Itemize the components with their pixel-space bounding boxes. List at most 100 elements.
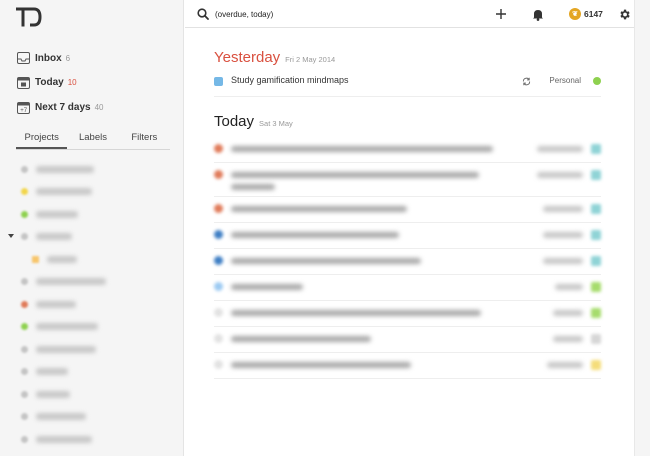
task-item[interactable] — [214, 275, 601, 301]
project-item[interactable] — [0, 338, 184, 361]
nav-today-count: 10 — [67, 77, 77, 87]
today-icon — [16, 75, 30, 89]
project-item[interactable] — [0, 361, 184, 384]
karma-value: 6147 — [584, 9, 603, 19]
task-project-dot — [591, 308, 601, 318]
task-content-blurred[interactable] — [231, 146, 493, 152]
task-checkbox[interactable] — [214, 334, 223, 343]
task-checkbox[interactable] — [214, 308, 223, 317]
project-color-dot — [21, 345, 28, 353]
section-overdue-date: Fri 2 May 2014 — [285, 55, 336, 64]
task-item[interactable] — [214, 223, 601, 249]
todoist-logo-icon[interactable] — [16, 7, 42, 27]
scrollbar-track[interactable] — [634, 0, 650, 456]
search-icon[interactable] — [197, 8, 209, 20]
project-name-blurred — [36, 165, 94, 173]
task-content-blurred[interactable] — [231, 172, 479, 178]
project-name-blurred — [36, 188, 92, 196]
task-project-label-blurred[interactable] — [543, 206, 583, 212]
project-list — [0, 158, 184, 451]
task-item[interactable] — [214, 353, 601, 379]
task-project-label-blurred[interactable] — [543, 232, 583, 238]
project-item[interactable] — [0, 428, 184, 451]
project-name-blurred — [36, 323, 98, 331]
project-item[interactable] — [0, 383, 184, 406]
task-item[interactable] — [214, 163, 601, 197]
tab-projects[interactable]: Projects — [16, 128, 68, 149]
task-item[interactable] — [214, 137, 601, 163]
project-color-dot — [21, 368, 28, 376]
task-content-blurred[interactable] — [231, 184, 275, 190]
project-item[interactable] — [0, 181, 184, 204]
main-content: Yesterday Fri 2 May 2014 Study gamificat… — [185, 29, 634, 456]
task-checkbox[interactable] — [214, 77, 223, 86]
task-checkbox[interactable] — [214, 282, 223, 291]
task-item[interactable] — [214, 249, 601, 275]
inbox-icon — [16, 51, 30, 65]
project-color-dot — [21, 390, 28, 398]
task-item[interactable]: Study gamification mindmaps Personal — [214, 73, 601, 97]
nav-next-7-days[interactable]: +7 Next 7 days 40 — [16, 99, 104, 115]
task-content-blurred[interactable] — [231, 232, 399, 238]
project-item[interactable] — [0, 316, 184, 339]
add-task-button[interactable] — [493, 6, 509, 22]
nav-inbox[interactable]: Inbox 6 — [16, 50, 70, 66]
task-project-label-blurred[interactable] — [537, 146, 583, 152]
task-project-label-blurred[interactable] — [537, 172, 583, 178]
task-project-label-blurred[interactable] — [547, 362, 583, 368]
project-item[interactable] — [0, 203, 184, 226]
nav-inbox-label: Inbox — [35, 52, 62, 64]
karma-button[interactable]: ❦ 6147 — [569, 7, 603, 21]
project-item[interactable] — [0, 406, 184, 429]
task-project-dot — [591, 204, 601, 214]
gear-icon — [619, 9, 630, 19]
notifications-button[interactable] — [530, 6, 546, 22]
task-checkbox[interactable] — [214, 144, 223, 153]
task-project-label-blurred[interactable] — [543, 258, 583, 264]
task-checkbox[interactable] — [214, 360, 223, 369]
project-item[interactable] — [0, 158, 184, 181]
task-project-dot — [591, 170, 601, 180]
project-name-blurred — [36, 345, 96, 353]
project-item[interactable] — [0, 271, 184, 294]
task-item[interactable] — [214, 327, 601, 353]
section-today-header: Today Sat 3 May — [214, 113, 293, 130]
search-input[interactable] — [215, 7, 435, 21]
project-color-dot — [21, 233, 28, 241]
project-name-blurred — [36, 210, 78, 218]
settings-button[interactable] — [616, 6, 632, 22]
task-content-blurred[interactable] — [231, 362, 411, 368]
task-checkbox[interactable] — [214, 170, 223, 179]
task-item[interactable] — [214, 197, 601, 223]
task-checkbox[interactable] — [214, 204, 223, 213]
recurring-icon — [522, 77, 531, 86]
task-content[interactable]: Study gamification mindmaps — [231, 75, 349, 85]
tab-labels[interactable]: Labels — [67, 128, 118, 149]
task-content-blurred[interactable] — [231, 284, 303, 290]
sidebar-tabs: Projects Labels Filters — [16, 128, 170, 150]
project-item[interactable] — [0, 226, 184, 249]
task-content-blurred[interactable] — [231, 310, 481, 316]
calendar-icon: +7 — [16, 100, 30, 114]
project-item[interactable] — [0, 248, 184, 271]
expand-arrow-icon[interactable] — [8, 233, 14, 238]
bell-icon — [533, 9, 543, 21]
task-checkbox[interactable] — [214, 256, 223, 265]
project-name-blurred — [36, 278, 106, 286]
task-project-label[interactable]: Personal — [549, 76, 581, 85]
tab-filters[interactable]: Filters — [119, 128, 170, 149]
task-project-label-blurred[interactable] — [553, 310, 583, 316]
task-content-blurred[interactable] — [231, 336, 371, 342]
nav-today[interactable]: Today 10 — [16, 74, 77, 90]
task-content-blurred[interactable] — [231, 206, 407, 212]
task-item[interactable] — [214, 301, 601, 327]
project-name-blurred — [36, 368, 68, 376]
task-content-blurred[interactable] — [231, 258, 421, 264]
project-name-blurred — [47, 255, 77, 263]
project-color-dot — [21, 165, 28, 173]
task-project-label-blurred[interactable] — [555, 284, 583, 290]
task-checkbox[interactable] — [214, 230, 223, 239]
task-project-label-blurred[interactable] — [553, 336, 583, 342]
project-item[interactable] — [0, 293, 184, 316]
project-name-blurred — [36, 413, 86, 421]
